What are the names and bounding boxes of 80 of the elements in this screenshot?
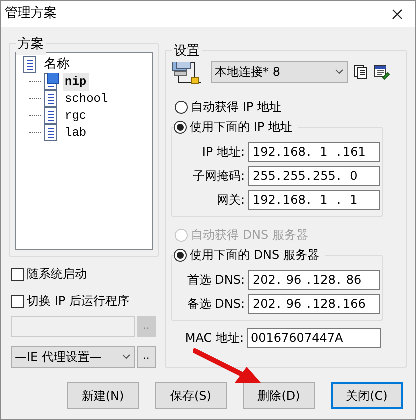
- connection-dropdown[interactable]: 本地连接* 8: [211, 61, 348, 83]
- radio-button[interactable]: [175, 100, 188, 114]
- octet-value: 202: [253, 272, 275, 289]
- ip-address-field[interactable]: 192. 168. 1 . 161: [248, 142, 380, 162]
- edit-icon[interactable]: [374, 64, 390, 80]
- octet-value: 128: [313, 296, 335, 313]
- octet-separator: .: [276, 168, 282, 185]
- mac-address-field[interactable]: 00167607447A: [247, 328, 381, 348]
- scheme-tree[interactable]: 名称 nip school rgc lab: [15, 52, 153, 250]
- dialog-button[interactable]: 关闭(C): [331, 382, 403, 409]
- tree-item[interactable]: rgc: [63, 106, 89, 124]
- checkbox[interactable]: [11, 294, 24, 308]
- octet-separator: .: [336, 192, 342, 209]
- ip-address-field[interactable]: 192. 168. 1 . 1: [248, 190, 380, 210]
- octet-value: 192: [253, 144, 275, 161]
- tree-item[interactable]: lab: [63, 124, 89, 142]
- octet-separator: .: [276, 192, 282, 209]
- dialog-button[interactable]: 删除(D): [243, 382, 315, 409]
- octet-value: 0: [349, 168, 359, 185]
- tree-item[interactable]: nip: [63, 72, 89, 90]
- octet-value: 1: [319, 144, 329, 161]
- window-title: 管理方案: [5, 5, 57, 24]
- octet-value: 168: [283, 144, 305, 161]
- copy-icon[interactable]: [354, 64, 368, 80]
- radio-button[interactable]: [174, 248, 187, 262]
- chevron-down-icon: [335, 69, 344, 75]
- field-label: 备选 DNS:: [186, 296, 246, 313]
- radio-label: 自动获得 IP 地址: [191, 99, 282, 116]
- octet-value: 128: [313, 272, 335, 289]
- octet-value: 86: [345, 272, 363, 289]
- field-label: IP 地址:: [201, 144, 246, 161]
- group-label: 设置: [172, 42, 202, 62]
- octet-separator: .: [306, 144, 312, 161]
- octet-value: 192: [253, 192, 275, 209]
- checkbox[interactable]: [11, 268, 24, 280]
- radio-label: 自动获得 DNS 服务器: [191, 227, 308, 244]
- ip-address-field[interactable]: 202. 96 . 128. 86: [248, 270, 380, 290]
- octet-separator: .: [336, 168, 342, 185]
- octet-value: 168: [283, 192, 305, 209]
- tree-item[interactable]: 名称: [44, 54, 70, 74]
- octet-separator: .: [336, 144, 342, 161]
- field-label: 首选 DNS:: [186, 272, 246, 289]
- octet-separator: .: [276, 296, 282, 313]
- octet-separator: .: [306, 272, 312, 289]
- octet-value: 255: [283, 168, 305, 185]
- checkbox-label: 随系统启动: [27, 266, 87, 283]
- field-label: MAC 地址:: [184, 330, 245, 347]
- group-label: 方案: [16, 35, 46, 54]
- radio-label: 使用下面的 DNS 服务器: [190, 247, 320, 264]
- radio-button[interactable]: [174, 120, 187, 134]
- octet-separator: .: [276, 272, 282, 289]
- ip-address-field[interactable]: 255. 255. 255. 0: [248, 166, 380, 186]
- checkbox-label: 切换 IP 后运行程序: [27, 293, 130, 310]
- browse-button[interactable]: ..: [137, 346, 156, 368]
- octet-value: 255: [313, 168, 335, 185]
- dialog-button[interactable]: 保存(S): [155, 382, 227, 409]
- octet-value: 96: [285, 272, 303, 289]
- radio-label: 使用下面的 IP 地址: [190, 119, 292, 136]
- octet-value: 96: [285, 296, 303, 313]
- octet-separator: .: [276, 144, 282, 161]
- field-label: 子网掩码:: [192, 168, 246, 185]
- octet-separator: .: [306, 296, 312, 313]
- dialog-button[interactable]: 新建(N): [67, 382, 139, 409]
- field-label: 网关:: [216, 192, 246, 209]
- ip-address-field[interactable]: 202. 96 . 128. 166: [248, 294, 380, 314]
- octet-value: 1: [349, 192, 359, 209]
- close-icon[interactable]: [392, 8, 403, 20]
- octet-separator: .: [336, 272, 342, 289]
- octet-value: 1: [319, 192, 329, 209]
- octet-separator: .: [306, 168, 312, 185]
- octet-value: 202: [253, 296, 275, 313]
- octet-value: 255: [253, 168, 275, 185]
- proxy-dropdown[interactable]: —IE 代理设置—: [11, 346, 135, 368]
- octet-separator: .: [336, 296, 342, 313]
- octet-value: 166: [343, 296, 365, 313]
- document-icon: [22, 56, 38, 74]
- octet-separator: .: [306, 192, 312, 209]
- chevron-down-icon: [122, 354, 131, 360]
- octet-value: 161: [343, 144, 365, 161]
- tree-item[interactable]: school: [63, 90, 110, 108]
